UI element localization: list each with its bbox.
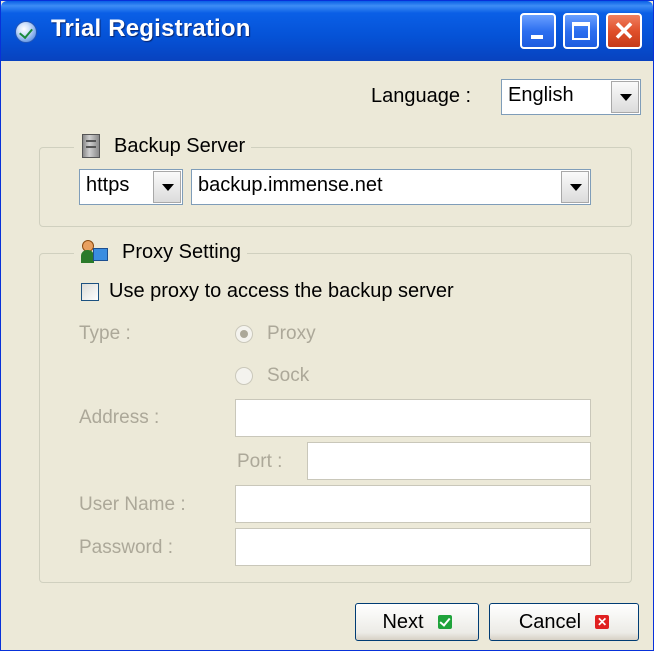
window-title: Trial Registration (51, 15, 251, 42)
backup-server-title: Backup Server (114, 134, 246, 157)
next-button[interactable]: Next (355, 603, 479, 641)
close-icon: ✕ (595, 615, 610, 629)
close-icon: ✕ (613, 16, 635, 46)
protocol-value: https (86, 174, 130, 196)
username-label: User Name : (79, 494, 186, 515)
proxy-type-label-proxy[interactable]: Proxy (267, 323, 316, 345)
address-label: Address : (79, 407, 160, 428)
cancel-button[interactable]: Cancel ✕ (489, 603, 639, 641)
protocol-select[interactable]: https (79, 169, 183, 205)
language-select[interactable]: English (501, 79, 641, 115)
next-button-label: Next (382, 610, 424, 633)
proxy-setting-legend: Proxy Setting (74, 240, 247, 264)
app-icon (15, 21, 37, 43)
proxy-setting-title: Proxy Setting (122, 240, 241, 263)
server-host-select[interactable]: backup.immense.net (191, 169, 591, 205)
title-bar[interactable]: Trial Registration ✕ (1, 1, 653, 61)
use-proxy-checkbox[interactable] (81, 283, 99, 301)
use-proxy-label[interactable]: Use proxy to access the backup server (109, 280, 454, 303)
chevron-down-icon[interactable] (611, 81, 639, 113)
proxy-icon (81, 240, 108, 264)
username-field[interactable] (235, 485, 591, 523)
language-label: Language : (371, 85, 472, 107)
password-field[interactable] (235, 528, 591, 566)
minimize-button[interactable] (520, 13, 556, 49)
chevron-down-icon[interactable] (561, 171, 589, 203)
chevron-down-icon[interactable] (153, 171, 181, 203)
language-value: English (508, 84, 574, 106)
server-icon (82, 134, 100, 158)
trial-registration-window: Trial Registration ✕ Language : English … (0, 0, 654, 651)
maximize-icon (572, 22, 590, 40)
backup-server-legend: Backup Server (74, 134, 252, 158)
proxy-type-radio-proxy[interactable] (235, 325, 253, 343)
check-icon (437, 615, 452, 629)
port-field[interactable] (307, 442, 591, 480)
port-label: Port : (237, 451, 283, 472)
server-host-value: backup.immense.net (198, 174, 383, 196)
type-label: Type : (79, 323, 131, 344)
proxy-type-radio-sock[interactable] (235, 367, 253, 385)
address-field[interactable] (235, 399, 591, 437)
close-button[interactable]: ✕ (606, 13, 642, 49)
maximize-button[interactable] (563, 13, 599, 49)
minimize-icon (531, 35, 543, 39)
proxy-type-label-sock[interactable]: Sock (267, 365, 309, 387)
cancel-button-label: Cancel (518, 610, 582, 633)
password-label: Password : (79, 537, 173, 558)
